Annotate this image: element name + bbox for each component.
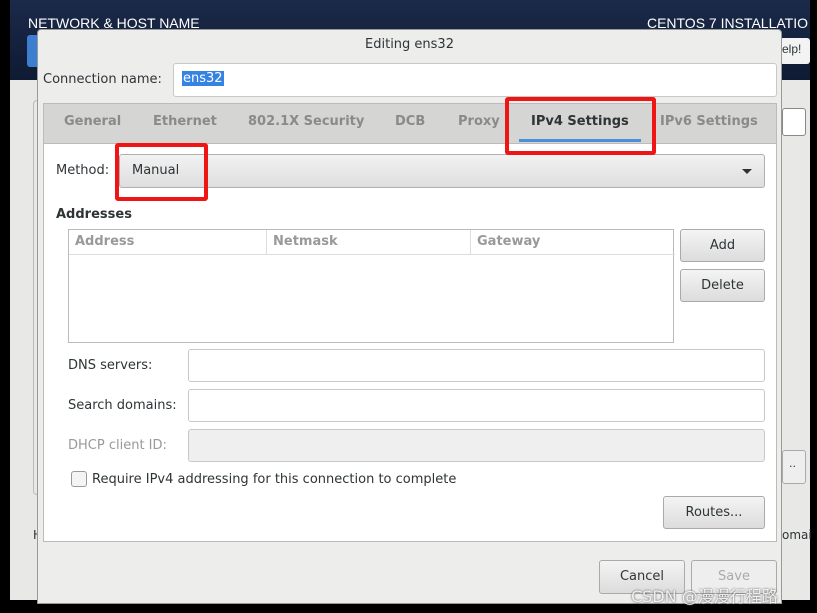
search-domains-input[interactable] bbox=[188, 389, 765, 422]
connection-name-input[interactable]: ens32 bbox=[173, 63, 777, 97]
background-toggle[interactable] bbox=[782, 108, 806, 136]
tab-dcb[interactable]: DCB bbox=[395, 114, 425, 129]
tab-ethernet[interactable]: Ethernet bbox=[153, 114, 217, 129]
chevron-down-icon bbox=[742, 169, 752, 174]
delete-button[interactable]: Delete bbox=[680, 269, 765, 302]
highlight-ipv4-tab bbox=[505, 97, 656, 155]
domain-text: omai bbox=[782, 528, 812, 542]
method-label: Method: bbox=[56, 163, 110, 178]
highlight-method bbox=[115, 143, 208, 201]
add-button[interactable]: Add bbox=[680, 229, 765, 262]
routes-button[interactable]: Routes... bbox=[663, 496, 765, 529]
dialog-title: Editing ens32 bbox=[365, 37, 454, 52]
tab-bar: General Ethernet 802.1X Security DCB Pro… bbox=[43, 103, 777, 143]
edit-connection-dialog: Editing ens32 Connection name: ens32 Gen… bbox=[37, 29, 782, 604]
tab-general[interactable]: General bbox=[64, 114, 121, 129]
ipv4-settings-page: Method: Manual Addresses Address Netmask… bbox=[43, 143, 777, 542]
dhcp-client-id-input bbox=[188, 429, 765, 462]
column-netmask[interactable]: Netmask bbox=[267, 230, 471, 255]
help-button[interactable]: elp! bbox=[780, 38, 810, 64]
tab-ipv6-settings[interactable]: IPv6 Settings bbox=[660, 114, 758, 129]
tab-proxy[interactable]: Proxy bbox=[458, 114, 500, 129]
dns-servers-input[interactable] bbox=[188, 349, 765, 382]
method-dropdown[interactable]: Manual bbox=[119, 154, 765, 188]
require-ipv4-checkbox[interactable] bbox=[71, 471, 87, 487]
dns-servers-label: DNS servers: bbox=[68, 358, 153, 373]
column-address[interactable]: Address bbox=[69, 230, 267, 255]
addresses-heading: Addresses bbox=[56, 207, 132, 222]
configure-button[interactable]: .. bbox=[782, 450, 806, 484]
watermark: CSDN @漫漫行程路 bbox=[631, 587, 778, 606]
connection-name-value: ens32 bbox=[182, 71, 224, 86]
dhcp-client-id-label: DHCP client ID: bbox=[68, 438, 167, 453]
search-domains-label: Search domains: bbox=[68, 398, 177, 413]
tab-8021x-security[interactable]: 802.1X Security bbox=[248, 114, 364, 129]
column-gateway[interactable]: Gateway bbox=[471, 230, 675, 255]
connection-name-label: Connection name: bbox=[43, 72, 162, 87]
require-ipv4-label[interactable]: Require IPv4 addressing for this connect… bbox=[92, 472, 456, 487]
addresses-table[interactable]: Address Netmask Gateway bbox=[68, 229, 675, 343]
